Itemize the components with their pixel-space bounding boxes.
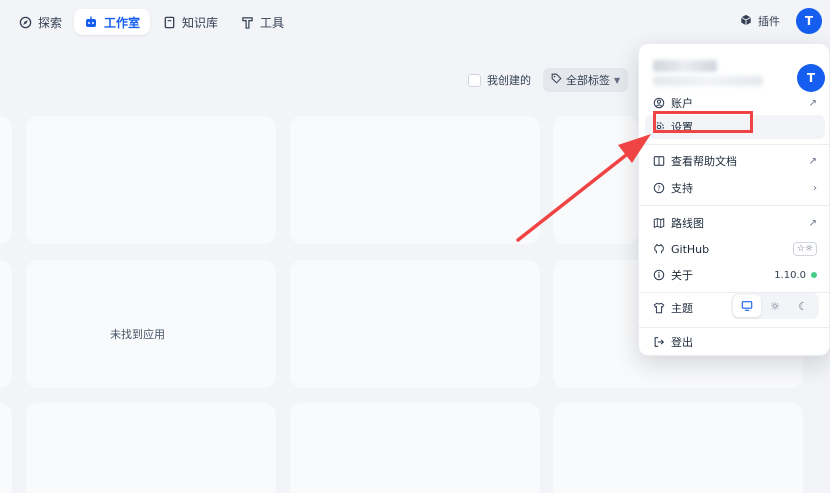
blurred-email — [653, 76, 763, 86]
menu-divider — [639, 144, 829, 145]
menu-item-label: 登出 — [671, 336, 693, 349]
status-dot — [811, 272, 817, 278]
nav-tools[interactable]: 工具 — [230, 9, 294, 35]
menu-item-label: 查看帮助文档 — [671, 155, 737, 168]
monitor-icon — [741, 301, 753, 311]
question-circle-icon: ? — [653, 182, 665, 194]
menu-item-about[interactable]: 关于 1.10.0 — [645, 263, 825, 287]
nav-knowledge[interactable]: 知识库 — [152, 9, 228, 35]
theme-toggle-group: ☼ ☾ — [731, 293, 819, 319]
info-icon — [653, 269, 665, 281]
app-card — [290, 260, 540, 388]
app-card — [0, 116, 12, 244]
tag-filter-select[interactable]: 全部标签 ▼ — [543, 68, 629, 92]
menu-item-theme: 主题 ☼ ☾ — [645, 293, 825, 320]
chevron-down-icon: ▼ — [614, 75, 621, 85]
menu-item-roadmap[interactable]: 路线图 ↗ — [645, 211, 825, 235]
menu-item-label: GitHub — [671, 242, 710, 256]
logout-icon — [653, 336, 665, 348]
nav-knowledge-label: 知识库 — [182, 15, 219, 30]
menu-item-label: 主题 — [671, 302, 693, 315]
external-link-icon: ↗ — [808, 217, 817, 229]
app-card — [26, 116, 276, 244]
star-icon: ☆☼ — [792, 242, 817, 256]
theme-system-button[interactable] — [733, 295, 761, 317]
menu-item-github[interactable]: GitHub ☆☼ — [645, 237, 825, 261]
app-card — [290, 403, 540, 493]
empty-state-text: 未找到应用 — [110, 328, 165, 341]
nav-tools-label: 工具 — [260, 15, 285, 30]
moon-icon: ☾ — [798, 299, 808, 313]
profile-header: T — [649, 54, 825, 92]
created-by-me-checkbox[interactable] — [468, 73, 481, 87]
blurred-username — [653, 60, 717, 72]
theme-light-button[interactable]: ☼ — [761, 295, 789, 317]
menu-item-logout[interactable]: 登出 — [645, 330, 825, 354]
plugins-label: 插件 — [758, 15, 780, 28]
account-dropdown-menu: T 账户 ↗ 设置 查看帮助文档 ↗ ? 支持 › 路线图 ↗ GitHub ☆… — [638, 43, 830, 356]
app-card — [553, 116, 638, 244]
compass-icon — [18, 15, 32, 29]
menu-item-support[interactable]: ? 支持 › — [645, 176, 825, 200]
nav-explore[interactable]: 探索 — [8, 9, 72, 35]
book-open-icon — [653, 155, 665, 167]
version-info: 1.10.0 — [774, 270, 817, 281]
external-link-icon: ↗ — [808, 97, 817, 109]
plugins-button[interactable]: 插件 — [740, 13, 780, 29]
top-nav: 探索 工作室 知识库 工具 插件 T — [0, 0, 830, 44]
nav-explore-label: 探索 — [38, 15, 63, 30]
nav-studio[interactable]: 工作室 — [74, 9, 151, 35]
menu-item-label: 账户 — [671, 97, 693, 110]
tag-filter-label: 全部标签 — [566, 74, 610, 87]
app-card — [0, 260, 12, 388]
github-icon — [653, 243, 665, 255]
annotation-highlight-box — [653, 111, 753, 133]
external-link-icon: ↗ — [808, 155, 817, 167]
menu-divider — [639, 205, 829, 206]
menu-item-label: 关于 — [671, 269, 693, 282]
avatar: T — [797, 64, 825, 92]
chevron-right-icon: › — [813, 182, 817, 194]
menu-item-label: 支持 — [671, 182, 693, 195]
nav-studio-label: 工作室 — [104, 15, 141, 30]
nav-right: 插件 T — [740, 8, 822, 34]
created-by-me-label[interactable]: 我创建的 — [487, 72, 531, 88]
filter-bar: 我创建的 全部标签 ▼ — [468, 68, 629, 92]
menu-item-label: 路线图 — [671, 217, 704, 230]
tshirt-icon — [653, 302, 665, 314]
user-circle-icon — [653, 97, 665, 109]
svg-text:?: ? — [657, 185, 661, 193]
book-icon — [162, 15, 176, 29]
cube-icon — [740, 14, 752, 29]
tag-icon — [551, 73, 562, 87]
menu-item-help-docs[interactable]: 查看帮助文档 ↗ — [645, 149, 825, 173]
hammer-icon — [240, 15, 254, 29]
app-card — [290, 116, 540, 244]
github-star-badge: ☆☼ — [792, 242, 817, 256]
app-card — [0, 403, 12, 493]
user-avatar-button[interactable]: T — [796, 8, 822, 34]
version-text: 1.10.0 — [774, 269, 806, 281]
app-card — [26, 403, 276, 493]
app-card — [553, 403, 803, 493]
menu-divider — [639, 327, 829, 328]
sun-icon: ☼ — [770, 299, 780, 313]
app-card — [26, 260, 276, 388]
theme-dark-button[interactable]: ☾ — [789, 295, 817, 317]
robot-icon — [84, 15, 98, 29]
map-icon — [653, 217, 665, 229]
